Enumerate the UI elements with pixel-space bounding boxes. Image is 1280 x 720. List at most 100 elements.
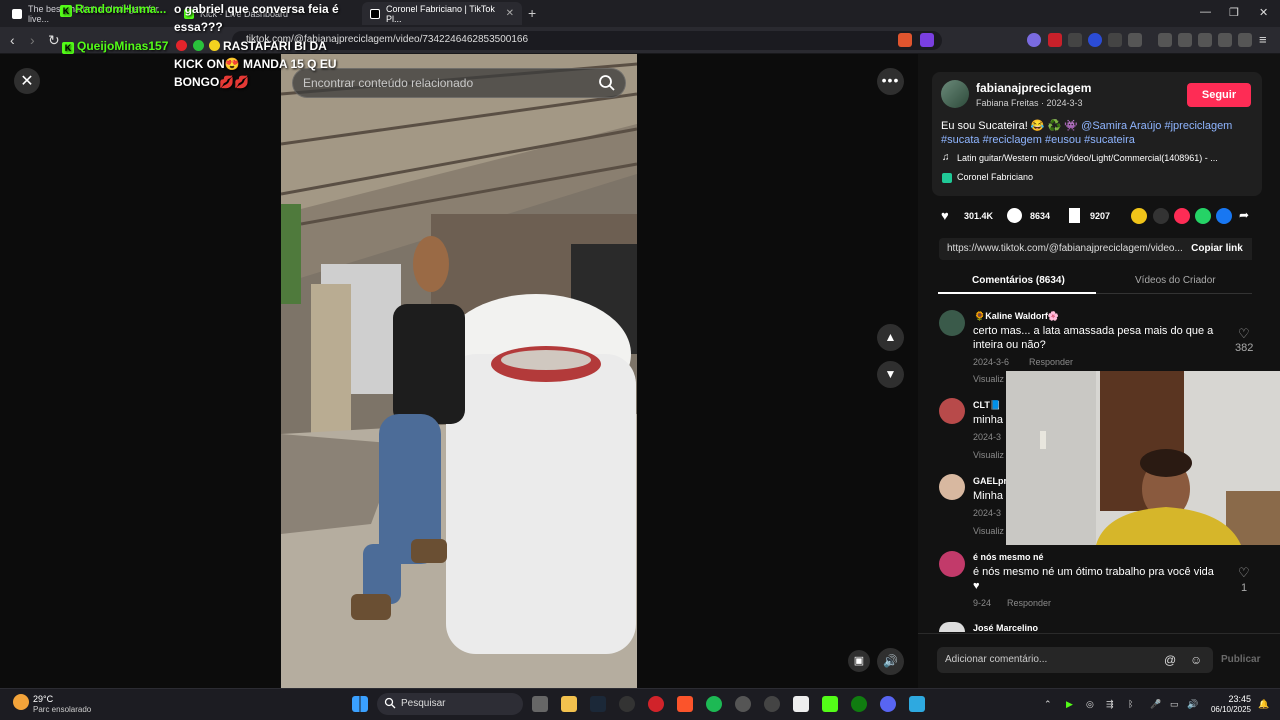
like-icon[interactable]: ♥ (941, 208, 949, 223)
copy-link-button[interactable]: Copiar link (1182, 238, 1252, 260)
notepad-icon[interactable] (793, 696, 809, 712)
menu-icon[interactable]: ≡ (1259, 32, 1267, 47)
tray-app-icon[interactable]: ⇶ (1106, 699, 1114, 710)
forward-icon[interactable]: › (30, 32, 35, 48)
notes-icon[interactable] (909, 696, 925, 712)
author-name[interactable]: fabianajpreciclagem (976, 81, 1091, 95)
caption-hashtag[interactable]: #sucata (941, 134, 980, 146)
comment-like-icon[interactable]: ♡ (1238, 565, 1250, 581)
comment-author[interactable]: José Marcelino (973, 623, 1038, 633)
extension-icon[interactable] (1088, 33, 1102, 47)
wallet-icon[interactable] (1198, 33, 1212, 47)
caption-hashtag[interactable]: #jpreciclagem (1164, 120, 1232, 132)
caption-hashtag[interactable]: #eusou (1045, 134, 1081, 146)
app-icon[interactable] (735, 696, 751, 712)
new-tab-button[interactable]: + (528, 5, 536, 21)
location-label[interactable]: Coronel Fabriciano (957, 172, 1033, 182)
avatar[interactable] (939, 551, 965, 577)
comment-author[interactable]: CLT📘 (973, 400, 1001, 411)
embed-icon[interactable] (1153, 208, 1169, 224)
speaker-icon[interactable]: 🔊 (1187, 699, 1198, 710)
more-options-button[interactable]: ••• (877, 68, 904, 95)
extension-icon[interactable] (1027, 33, 1041, 47)
comment-author[interactable]: 🌻Kaline Waldorf🌸 (974, 311, 1059, 322)
view-replies-button[interactable]: Visualiz (973, 450, 1004, 460)
extension-icon[interactable] (1128, 33, 1142, 47)
discord-icon[interactable] (880, 696, 896, 712)
publish-button[interactable]: Publicar (1221, 654, 1260, 665)
comment-author[interactable]: é nós mesmo né (973, 552, 1044, 562)
next-video-button[interactable]: ▼ (877, 361, 904, 388)
extension-icon[interactable] (1068, 33, 1082, 47)
tab-tiktok[interactable]: Coronel Fabriciano | TikTok Pl... ✕ (362, 2, 522, 25)
bluetooth-icon[interactable]: ᛒ (1128, 699, 1133, 709)
comment-author[interactable]: GAELpr (973, 476, 1007, 486)
search-icon[interactable] (598, 74, 616, 92)
bookmark-icon[interactable] (1069, 208, 1080, 223)
video-player[interactable] (281, 54, 637, 688)
close-video-button[interactable]: ✕ (14, 68, 40, 94)
tab-comments[interactable]: Comentários (8634) (972, 275, 1065, 286)
microphone-icon[interactable]: 🎤 (1150, 699, 1161, 710)
weather-icon[interactable] (13, 694, 29, 710)
extension-icon[interactable] (1108, 33, 1122, 47)
caption-mention[interactable]: @Samira Araújo (1081, 120, 1161, 132)
whatsapp-icon[interactable] (1195, 208, 1211, 224)
network-icon[interactable]: ▭ (1170, 699, 1179, 710)
tray-app-icon[interactable]: ◎ (1086, 699, 1094, 710)
avatar[interactable] (939, 474, 965, 500)
rewards-icon[interactable] (920, 33, 934, 47)
start-icon[interactable] (352, 696, 368, 712)
app-icon[interactable] (764, 696, 780, 712)
task-view-icon[interactable] (532, 696, 548, 712)
author-avatar[interactable] (941, 80, 969, 108)
music-title[interactable]: Latin guitar/Western music/Video/Light/C… (957, 153, 1257, 163)
avatar[interactable] (939, 398, 965, 424)
caption-hashtag[interactable]: #sucateira (1084, 134, 1135, 146)
comment-icon[interactable] (1007, 208, 1022, 223)
send-icon[interactable] (1174, 208, 1190, 224)
xbox-icon[interactable] (851, 696, 867, 712)
clock-time[interactable]: 23:45 (1225, 694, 1251, 704)
obs-icon[interactable] (619, 696, 635, 712)
brave-shield-icon[interactable] (898, 33, 912, 47)
media-icon[interactable] (1158, 33, 1172, 47)
reply-button[interactable]: Responder (1029, 357, 1073, 367)
reply-button[interactable]: Responder (1007, 598, 1051, 608)
tray-app-icon[interactable]: ▶ (1066, 699, 1073, 710)
previous-video-button[interactable]: ▲ (877, 324, 904, 351)
clock-date[interactable]: 06/10/2025 (1200, 705, 1251, 714)
extension-icon[interactable] (1048, 33, 1062, 47)
file-explorer-icon[interactable] (561, 696, 577, 712)
share-icon[interactable]: ➦ (1239, 208, 1249, 222)
brave-icon[interactable] (677, 696, 693, 712)
tray-overflow-icon[interactable]: ⌃ (1044, 699, 1052, 710)
close-window-icon[interactable]: ✕ (1259, 6, 1268, 19)
vpn-icon[interactable] (1218, 33, 1232, 47)
avatar[interactable] (939, 310, 965, 336)
picture-in-picture-icon[interactable]: ▣ (848, 650, 870, 672)
reload-icon[interactable]: ↻ (48, 32, 60, 49)
spotify-icon[interactable] (706, 696, 722, 712)
notification-icon[interactable]: 🔔 (1258, 699, 1269, 710)
steam-icon[interactable] (590, 696, 606, 712)
repost-icon[interactable] (1131, 208, 1147, 224)
comment-like-icon[interactable]: ♡ (1238, 326, 1250, 342)
mention-icon[interactable]: @ (1164, 653, 1176, 667)
back-icon[interactable]: ‹ (10, 32, 15, 48)
follow-button[interactable]: Seguir (1187, 83, 1251, 107)
tab-creator-videos[interactable]: Vídeos do Criador (1135, 275, 1216, 286)
close-tab-icon[interactable]: ✕ (506, 8, 514, 19)
view-replies-button[interactable]: Visualiz (973, 526, 1004, 536)
facebook-icon[interactable] (1216, 208, 1232, 224)
related-search-input[interactable]: Encontrar conteúdo relacionado (292, 68, 626, 98)
minimize-icon[interactable]: — (1200, 6, 1211, 18)
opera-icon[interactable] (648, 696, 664, 712)
kick-icon[interactable] (822, 696, 838, 712)
emoji-icon[interactable]: ☺ (1190, 653, 1202, 667)
view-replies-button[interactable]: Visualiz (973, 374, 1004, 384)
caption-hashtag[interactable]: #reciclagem (983, 134, 1042, 146)
taskbar-search[interactable]: Pesquisar (377, 693, 523, 715)
shield-icon[interactable] (1238, 33, 1252, 47)
volume-icon[interactable]: 🔊 (877, 648, 904, 675)
